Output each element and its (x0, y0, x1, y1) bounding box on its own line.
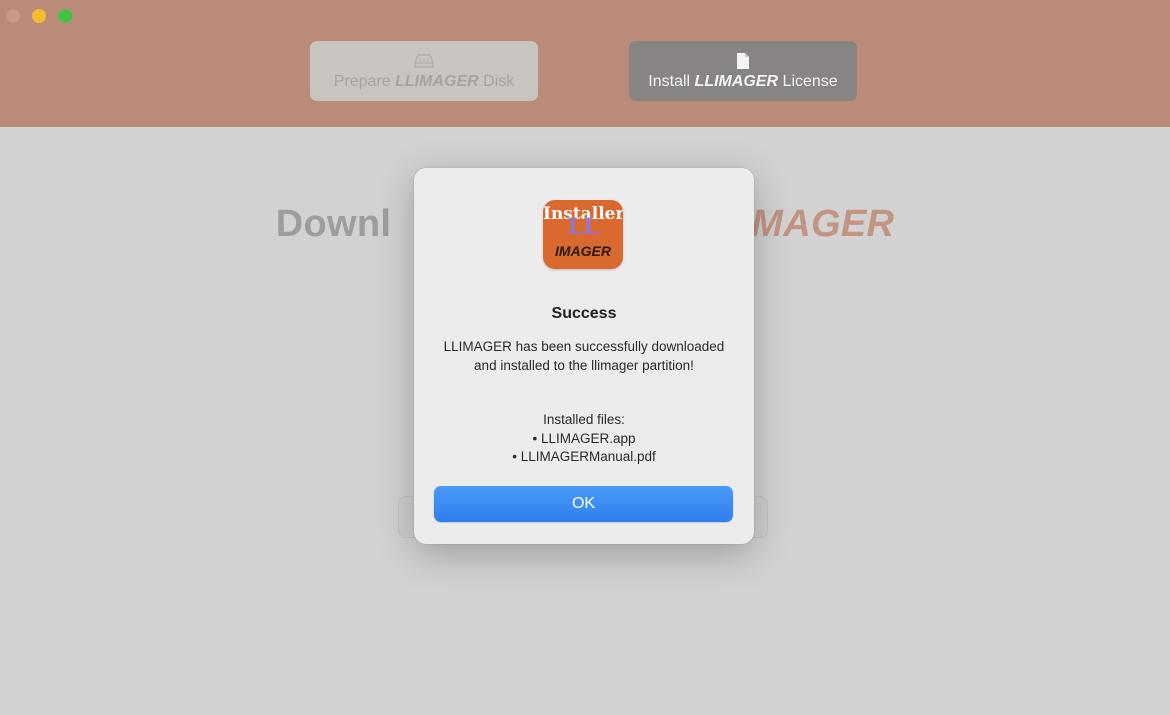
dialog-message: LLIMAGER has been successfully downloade… (443, 339, 725, 373)
dialog-title: Success (551, 305, 617, 322)
ok-button[interactable]: OK (434, 486, 733, 522)
installer-app-icon: Installer LL IMAGER (543, 200, 623, 269)
installed-files-header: Installed files: (543, 412, 625, 427)
installed-file-item: • LLIMAGER.app (532, 430, 636, 446)
installed-file-item: • LLIMAGERManual.pdf (512, 449, 656, 464)
success-dialog: Installer LL IMAGER Success LLIMAGER has… (414, 168, 754, 544)
installed-files-list: Installed files: • LLIMAGER.app • LLIMAG… (439, 411, 729, 467)
